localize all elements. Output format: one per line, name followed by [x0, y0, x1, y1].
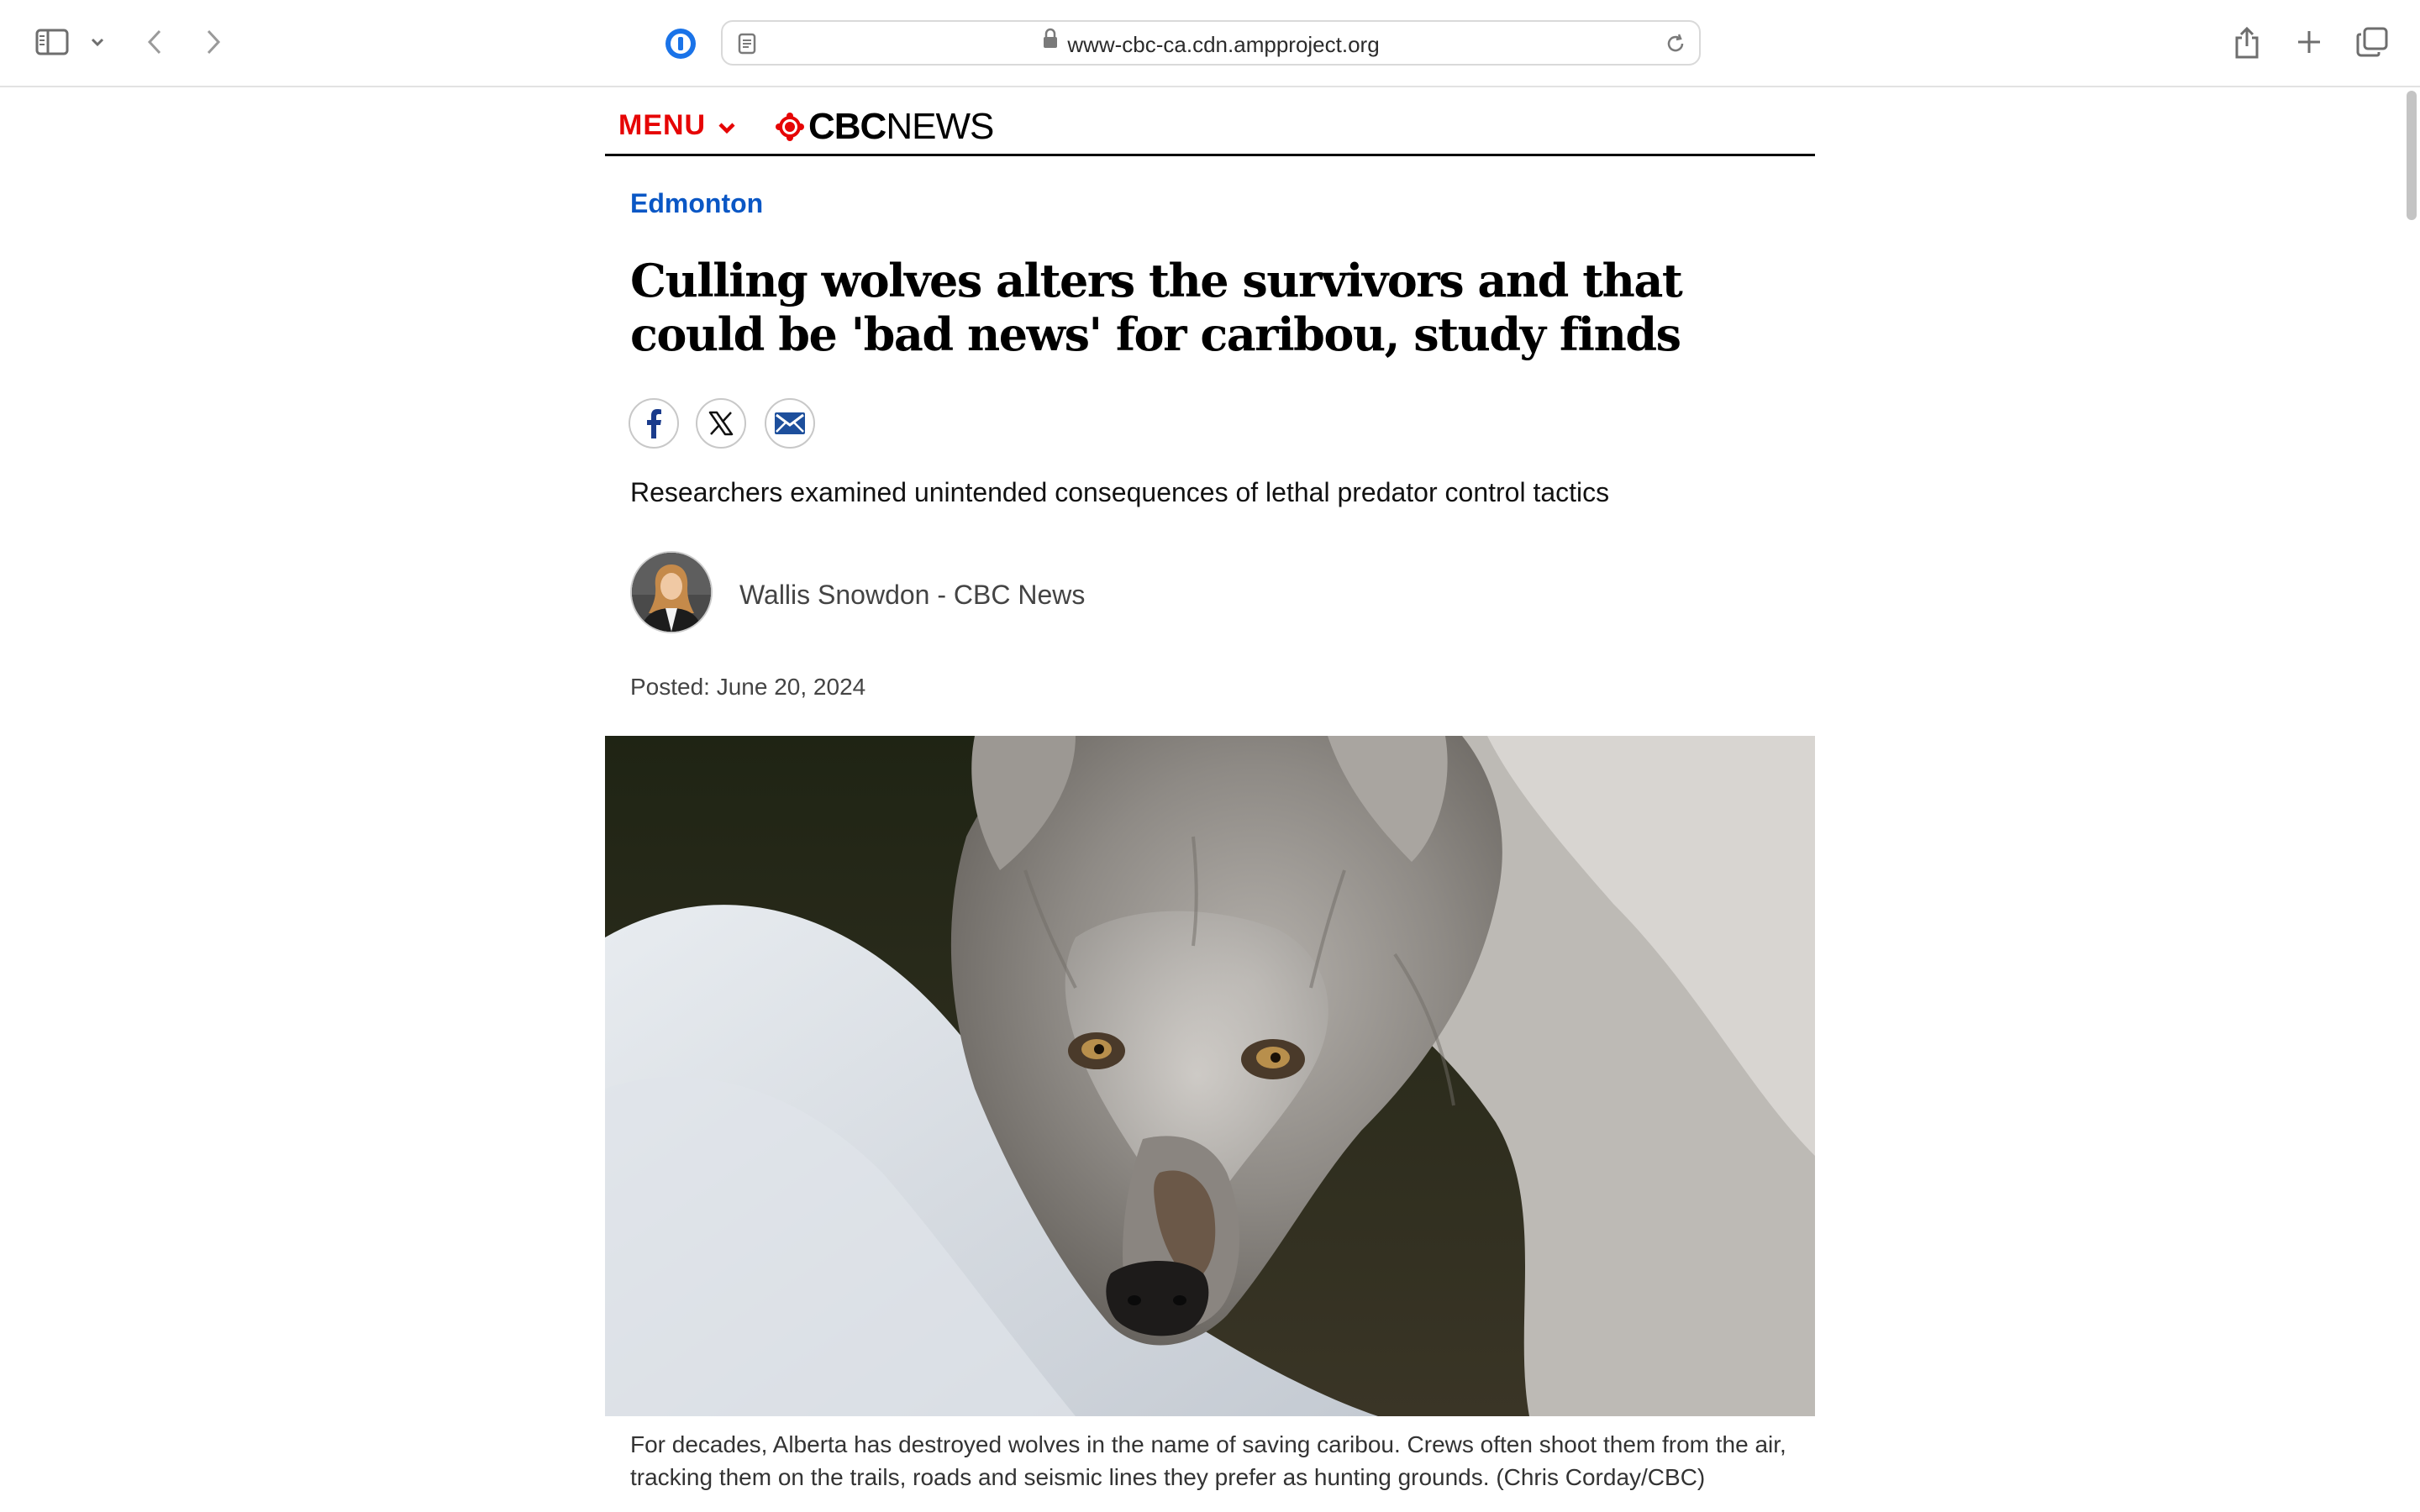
- article-headline: Culling wolves alters the survivors and …: [630, 254, 1683, 361]
- section-link[interactable]: Edmonton: [630, 188, 763, 219]
- menu-button[interactable]: MENU: [618, 109, 736, 142]
- new-tab-icon[interactable]: [2292, 25, 2326, 59]
- email-icon: [775, 412, 805, 434]
- logo-news: NEWS: [886, 106, 994, 147]
- browser-toolbar: www-cbc-ca.cdn.ampproject.org: [0, 0, 2420, 87]
- article-deck: Researchers examined unintended conseque…: [630, 477, 1610, 507]
- posted-date: Posted: June 20, 2024: [630, 674, 866, 700]
- cbc-gem-icon: [776, 113, 804, 141]
- article-photo-wolf[interactable]: [605, 736, 1815, 1416]
- address-bar[interactable]: www-cbc-ca.cdn.ampproject.org: [721, 20, 1701, 66]
- share-email-button[interactable]: [765, 398, 815, 449]
- share-x-button[interactable]: [696, 398, 746, 449]
- tabs-overview-icon[interactable]: [2354, 25, 2390, 59]
- author-byline[interactable]: Wallis Snowdon - CBC News: [739, 578, 1085, 612]
- chevron-down-icon[interactable]: [87, 32, 108, 52]
- share-icon[interactable]: [2230, 24, 2264, 62]
- menu-label: MENU: [618, 109, 707, 141]
- photo-caption: For decades, Alberta has destroyed wolve…: [630, 1431, 1786, 1490]
- forward-icon[interactable]: [198, 25, 229, 59]
- masthead: MENU CBC NEWS: [605, 87, 1815, 156]
- reload-icon[interactable]: [1664, 32, 1687, 55]
- url-display[interactable]: www-cbc-ca.cdn.ampproject.org: [723, 22, 1699, 64]
- scrollbar-thumb[interactable]: [2407, 91, 2417, 220]
- share-facebook-button[interactable]: [629, 398, 679, 449]
- facebook-icon: [647, 409, 661, 438]
- chevron-down-icon: [718, 122, 735, 134]
- logo-cbc: CBC: [808, 106, 886, 147]
- cbc-news-logo[interactable]: CBC NEWS: [775, 106, 994, 148]
- x-icon: [708, 411, 734, 436]
- url-text: www-cbc-ca.cdn.ampproject.org: [1067, 32, 1380, 58]
- author-avatar[interactable]: [630, 551, 713, 633]
- sidebar-icon[interactable]: [30, 25, 74, 59]
- back-icon[interactable]: [139, 25, 170, 59]
- password-manager-icon[interactable]: [662, 25, 699, 62]
- lock-icon: [1042, 21, 1059, 63]
